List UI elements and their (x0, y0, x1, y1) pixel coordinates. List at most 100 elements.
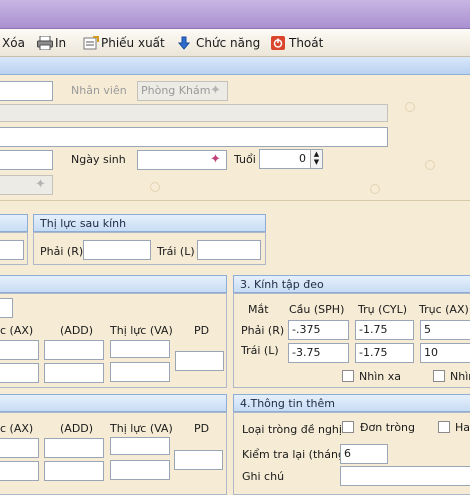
note-field-top[interactable] (0, 127, 388, 147)
background-dot (370, 184, 380, 194)
rx-lower-r-add[interactable] (44, 438, 104, 458)
vision-after-title: Thị lực sau kính (40, 217, 127, 230)
rx-upper-r-add[interactable] (44, 340, 104, 360)
rx-lower-l-ax[interactable] (0, 461, 39, 481)
rx-lower-l-va[interactable] (110, 460, 170, 480)
rx-lower-header-add: (ADD) (60, 422, 94, 435)
lens-sph-header: Cầu (SPH) (289, 303, 345, 316)
rx-upper-header-add: (ADD) (60, 324, 94, 337)
bifocal-checkbox[interactable] (438, 421, 450, 433)
lens-left-label: Trái (L) (241, 344, 279, 357)
vision-left-field[interactable] (197, 240, 261, 260)
dob-field[interactable]: ✦ (137, 150, 227, 170)
staff-value: Phòng Khám (141, 84, 211, 97)
calendar-picker-icon[interactable]: ✦ (210, 152, 221, 168)
lens-right-ax[interactable]: 5 (420, 320, 470, 340)
lens-left-cyl-value: -1.75 (359, 346, 388, 359)
delete-button[interactable]: Xóa (2, 35, 25, 51)
voucher-icon (83, 36, 99, 50)
patient-code-field[interactable] (0, 81, 53, 101)
background-dot (425, 160, 435, 170)
background-dot (150, 182, 160, 192)
pick-icon[interactable]: ✦ (35, 177, 46, 193)
voucher-button[interactable]: Phiếu xuất (83, 35, 165, 51)
lens-left-sph-value: -3.75 (292, 346, 321, 359)
age-stepper[interactable]: ▲ ▼ (310, 150, 322, 168)
pick-icon[interactable]: ✦ (210, 83, 221, 99)
functions-label: Chức năng (196, 36, 261, 50)
rx-lower-pd[interactable] (174, 450, 223, 470)
staff-label: Nhân viên (71, 84, 127, 97)
lens-right-ax-value: 5 (424, 323, 431, 336)
lenses-title: 3. Kính tập đeo (240, 278, 324, 291)
near-vision-checkbox[interactable] (433, 370, 445, 382)
lens-left-sph[interactable]: -3.75 (288, 343, 349, 363)
exit-label: Thoát (289, 36, 324, 50)
toolbar: Xóa In Phiếu xuất Chức năng Thoát (0, 29, 470, 57)
lens-right-sph[interactable]: -.375 (288, 320, 349, 340)
exit-button[interactable]: Thoát (271, 35, 323, 51)
address-field[interactable] (0, 104, 388, 122)
rx-upper-l-va[interactable] (110, 362, 170, 382)
rx-upper-pd[interactable] (175, 351, 224, 371)
rx-upper-header-pd: PD (194, 324, 210, 337)
section-header-vision-after: Thị lực sau kính (33, 214, 266, 232)
staff-field[interactable]: Phòng Khám ✦ (137, 81, 228, 101)
lens-ax-header: Trục (AX) (419, 303, 469, 316)
note-field[interactable] (340, 466, 470, 486)
rx-lower-l-add[interactable] (44, 461, 104, 481)
vision-right-label: Phải (R) (40, 245, 84, 258)
section-header-rx-upper (0, 275, 227, 293)
near-vision-label: Nhìn (450, 370, 470, 383)
rx-lower-r-va[interactable] (110, 437, 170, 455)
bifocal-label: Hai (455, 421, 470, 434)
extra-title: 4.Thông tin thêm (240, 397, 335, 410)
vision-right-field[interactable] (83, 240, 151, 260)
background-dot (405, 102, 415, 112)
section-header-lenses: 3. Kính tập đeo (233, 275, 470, 293)
lens-left-cyl[interactable]: -1.75 (355, 343, 414, 363)
far-vision-checkbox[interactable] (342, 370, 354, 382)
lens-cyl-header: Trụ (CYL) (358, 303, 408, 316)
recheck-field[interactable]: 6 (340, 444, 388, 464)
divider (0, 200, 470, 201)
recheck-value: 6 (344, 447, 351, 460)
group-field[interactable]: ✦ (0, 175, 53, 195)
lens-right-label: Phải (R) (241, 324, 285, 337)
rx-upper-l-ax[interactable] (0, 363, 39, 383)
name-field[interactable] (0, 150, 53, 170)
age-value: 0 (299, 152, 306, 165)
power-icon (271, 36, 285, 50)
rx-upper-field[interactable] (0, 298, 13, 318)
lens-left-ax-value: 10 (424, 346, 438, 359)
section-strip (0, 57, 470, 75)
rx-upper-r-va[interactable] (110, 340, 170, 358)
print-label: In (55, 36, 67, 50)
note-label: Ghi chú (242, 470, 285, 483)
far-vision-label: Nhìn xa (359, 370, 401, 383)
dob-label: Ngày sinh (71, 153, 126, 166)
recheck-label: Kiểm tra lại (tháng) (242, 448, 350, 461)
functions-button[interactable]: Chức năng (177, 35, 261, 51)
lens-right-cyl-value: -1.75 (359, 323, 388, 336)
rx-upper-header-ax: c (AX) (0, 324, 34, 337)
printer-icon (37, 35, 53, 51)
lens-left-ax[interactable]: 10 (420, 343, 470, 363)
rx-lower-header-ax: c (AX) (0, 422, 34, 435)
rx-upper-r-ax[interactable] (0, 340, 39, 360)
single-vision-label: Đơn tròng (360, 421, 415, 434)
arrow-down-icon (177, 36, 192, 50)
age-label: Tuổi (234, 153, 256, 166)
lens-type-label: Loại tròng đề nghị (242, 423, 342, 436)
rx-lower-header-pd: PD (194, 422, 210, 435)
rx-upper-l-add[interactable] (44, 363, 104, 383)
vision-field[interactable] (0, 240, 24, 260)
lens-right-cyl[interactable]: -1.75 (355, 320, 414, 340)
rx-lower-r-ax[interactable] (0, 438, 39, 458)
section-header-left (0, 214, 28, 232)
rx-upper-header-va: Thị lực (VA) (110, 324, 173, 337)
lens-eye-label: Mắt (248, 303, 269, 316)
delete-label: Xóa (2, 36, 25, 50)
print-button[interactable]: In (37, 35, 66, 51)
single-vision-checkbox[interactable] (342, 421, 354, 433)
